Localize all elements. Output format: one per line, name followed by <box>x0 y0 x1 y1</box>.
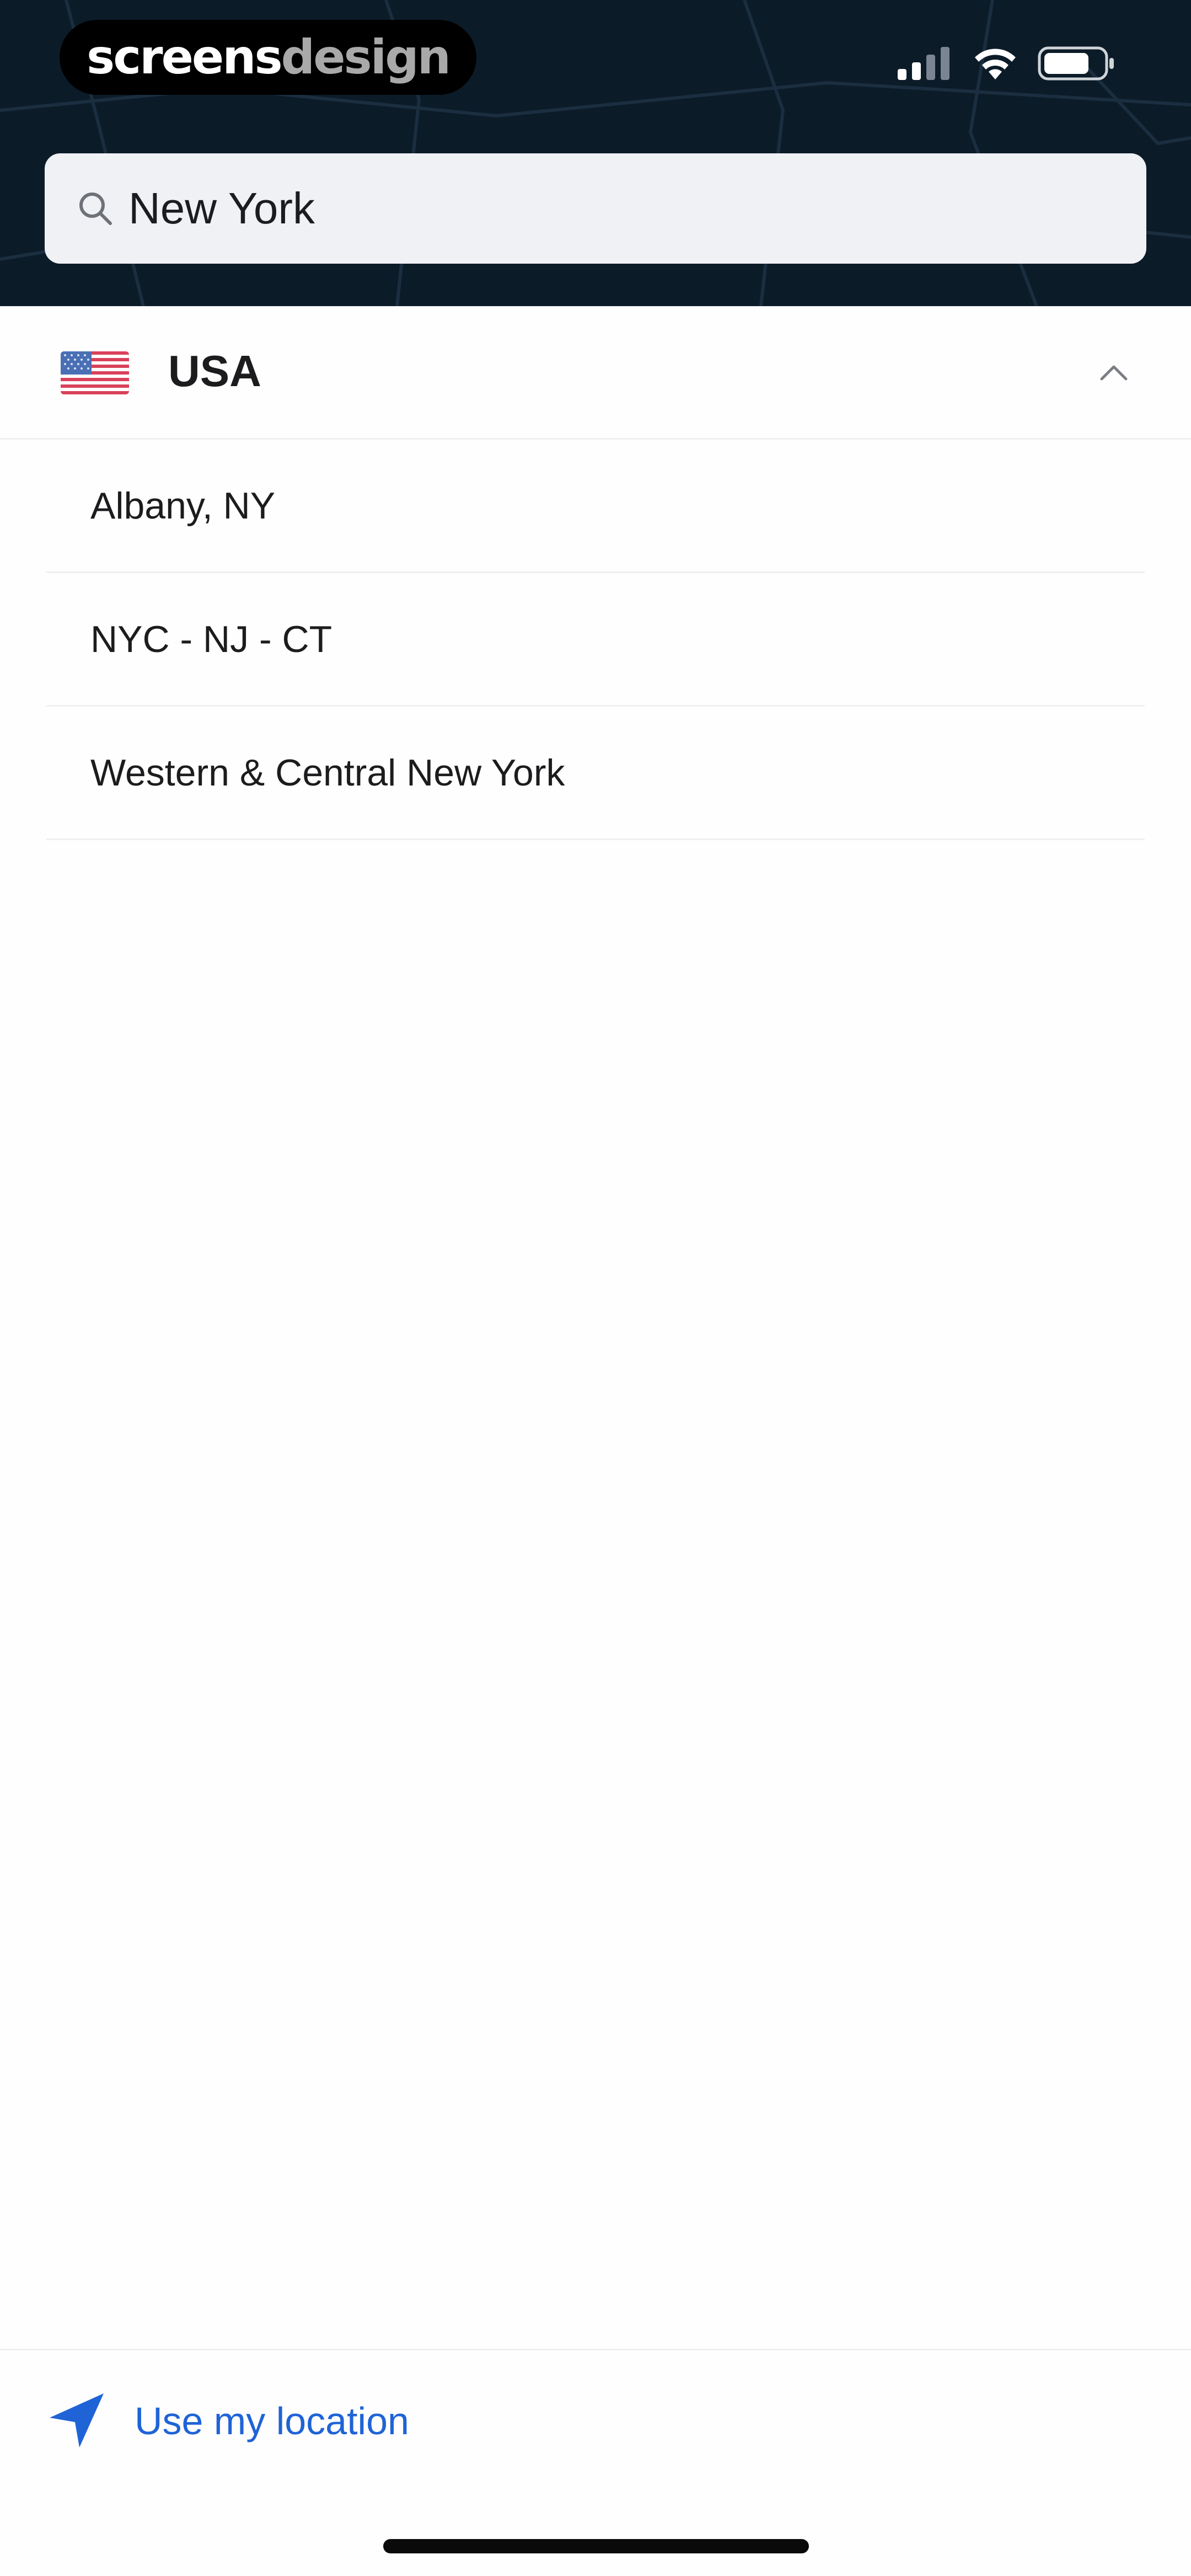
list-item[interactable]: Western & Central New York <box>46 707 1145 840</box>
header: screens design <box>0 0 1191 306</box>
us-flag-icon <box>61 351 129 394</box>
logo-text-part2: design <box>281 30 451 85</box>
search-icon <box>74 188 116 229</box>
cellular-signal-icon <box>898 47 949 80</box>
logo-text-part1: screens <box>87 30 283 85</box>
list-item[interactable]: Albany, NY <box>46 440 1145 573</box>
battery-icon <box>1038 46 1114 81</box>
chevron-up-icon[interactable] <box>1097 356 1130 389</box>
location-arrow-icon <box>50 2393 104 2447</box>
search-field[interactable] <box>45 153 1146 264</box>
wifi-icon <box>975 49 1016 79</box>
list-item[interactable]: NYC - NJ - CT <box>46 573 1145 707</box>
country-section-header[interactable]: USA <box>0 306 1191 440</box>
country-name: USA <box>168 346 261 396</box>
use-my-location-label: Use my location <box>135 2399 409 2443</box>
region-list: Albany, NY NYC - NJ - CT Western & Centr… <box>0 440 1191 840</box>
screen: screens design New York USA Albany, NY N… <box>0 0 1191 2576</box>
screensdesign-logo: screens design <box>60 20 476 95</box>
list-item-label: NYC - NJ - CT <box>90 618 332 660</box>
home-indicator[interactable] <box>383 2539 809 2553</box>
list-item-label: Western & Central New York <box>90 751 565 794</box>
search-input[interactable] <box>128 183 1066 234</box>
use-my-location-button[interactable]: Use my location <box>0 2349 1191 2484</box>
status-bar-icons <box>898 46 1115 81</box>
list-item-label: Albany, NY <box>90 484 276 527</box>
